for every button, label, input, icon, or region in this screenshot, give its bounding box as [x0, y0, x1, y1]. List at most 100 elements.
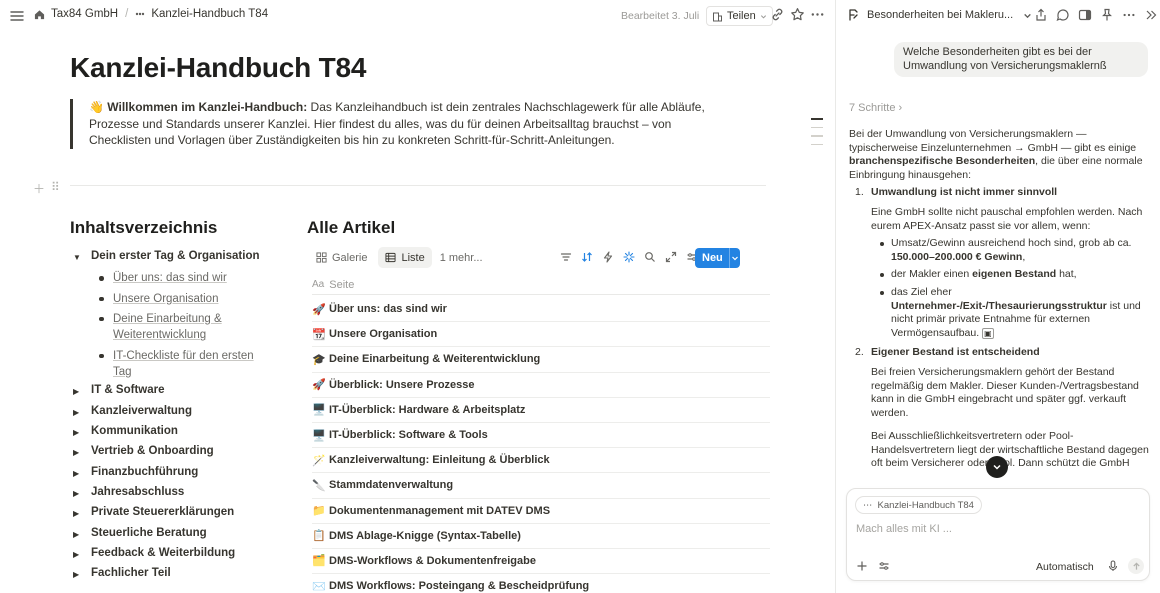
automation-icon[interactable]	[602, 251, 614, 263]
toggle-closed-icon[interactable]: ▶	[73, 506, 91, 518]
page-emoji-icon: 🚀	[312, 379, 326, 392]
collapse-panel-icon[interactable]	[1144, 8, 1158, 22]
share-button[interactable]: Teilen	[706, 6, 773, 26]
settings-icon[interactable]	[878, 560, 890, 572]
toggle-closed-icon[interactable]: ▶	[73, 384, 91, 396]
drag-handle-icon[interactable]: ⠿	[51, 180, 60, 197]
answer-intro-text: Bei der Umwandlung von Versicherungsmakl…	[849, 128, 1137, 154]
bullet-bold: Unternehmer-/Exit-/Thesaurierungsstruktu…	[891, 299, 1107, 312]
new-button[interactable]: Neu	[695, 248, 740, 268]
toggle-closed-icon[interactable]: ▶	[73, 425, 91, 437]
toggle-closed-icon[interactable]: ▶	[73, 547, 91, 559]
toc-item-open[interactable]: ▼ Dein erster Tag & Organisation	[73, 250, 263, 270]
toc-item[interactable]: ▶ Fachlicher Teil	[73, 567, 263, 587]
toc-item[interactable]: ▶ Finanzbuchführung	[73, 466, 263, 486]
toc-item-label: Feedback & Weiterbildung	[91, 546, 236, 559]
list-item[interactable]: ✉️ DMS Workflows: Posteingang & Bescheidp…	[312, 574, 770, 593]
toc-sub-link[interactable]: Deine Einarbeitung & Weiterentwicklung	[99, 311, 263, 344]
sort-icon[interactable]	[581, 251, 593, 263]
toc-item-label: Private Steuererklärungen	[91, 506, 235, 519]
context-chip[interactable]: ⋯ Kanzlei-Handbuch T84	[855, 496, 982, 514]
microphone-icon[interactable]	[1107, 560, 1119, 572]
toc-item[interactable]: ▶ Jahresabschluss	[73, 486, 263, 506]
more-views-button[interactable]: 1 mehr...	[440, 252, 483, 264]
breadcrumb-page[interactable]: Kanzlei-Handbuch T84	[151, 8, 268, 20]
comment-icon[interactable]	[1056, 8, 1070, 22]
block-handle[interactable]: ＋ ⠿	[33, 180, 60, 197]
search-icon[interactable]	[644, 251, 656, 263]
expand-icon[interactable]	[665, 251, 677, 263]
list-item[interactable]: 🪄 Kanzleiverwaltung: Einleitung & Überbli…	[312, 448, 770, 474]
list-item[interactable]: 🗂️ DMS-Workflows & Dokumentenfreigabe	[312, 549, 770, 575]
chat-title-dropdown[interactable]: Besonderheiten bei Makleru...	[867, 9, 1032, 21]
toc-sub-list: Über uns: das sind wir Unsere Organisati…	[99, 270, 263, 380]
ai-sparkle-icon[interactable]	[623, 251, 635, 263]
menu-icon[interactable]	[8, 7, 26, 25]
filter-icon[interactable]	[560, 251, 572, 263]
tab-list[interactable]: Liste	[378, 247, 432, 268]
ai-chat-pane: Besonderheiten bei Makleru... Welche Bes…	[836, 0, 1160, 593]
tab-gallery[interactable]: Galerie	[309, 247, 374, 268]
citation-icon[interactable]: ▣	[982, 327, 994, 339]
more-icon[interactable]	[810, 7, 825, 22]
add-icon[interactable]	[856, 560, 868, 572]
breadcrumb-workspace[interactable]: Tax84 GmbH	[51, 8, 118, 20]
more-icon[interactable]	[1122, 8, 1136, 22]
toggle-closed-icon[interactable]: ▶	[73, 445, 91, 457]
list-item[interactable]: 🎓 Deine Einarbeitung & Weiterentwicklung	[312, 347, 770, 373]
intro-callout[interactable]: 👋 Willkommen im Kanzlei-Handbuch: Das Ka…	[70, 99, 730, 149]
list-item[interactable]: 🖥️ IT-Überblick: Hardware & Arbeitsplatz	[312, 398, 770, 423]
toc-item-label: Finanzbuchführung	[91, 465, 199, 478]
gallery-icon	[316, 252, 327, 263]
toc-item[interactable]: ▶ Private Steuererklärungen	[73, 506, 263, 526]
toc-item[interactable]: ▶ Steuerliche Beratung	[73, 527, 263, 547]
list-item[interactable]: 🚀 Über uns: das sind wir	[312, 297, 770, 323]
add-block-icon[interactable]: ＋	[33, 180, 45, 197]
toggle-closed-icon[interactable]: ▶	[73, 466, 91, 478]
send-button[interactable]	[1128, 558, 1144, 574]
toc-item[interactable]: ▶ Feedback & Weiterbildung	[73, 547, 263, 567]
link-icon[interactable]	[770, 7, 785, 22]
sidebar-icon[interactable]	[1078, 8, 1092, 22]
toggle-closed-icon[interactable]: ▶	[73, 486, 91, 498]
page-emoji-icon: 🎓	[312, 353, 326, 366]
toc-sub-link[interactable]: Über uns: das sind wir	[99, 270, 263, 287]
scroll-down-button[interactable]	[986, 456, 1008, 478]
toggle-closed-icon[interactable]: ▶	[73, 527, 91, 539]
toc-item[interactable]: ▶ IT & Software	[73, 384, 263, 404]
list-item[interactable]: 📋 DMS Ablage-Knigge (Syntax-Tabelle)	[312, 524, 770, 549]
bullet-text: der Makler einen	[891, 268, 973, 281]
bullet-text: das Ziel eher	[891, 285, 952, 298]
list-item[interactable]: 📆 Unsere Organisation	[312, 322, 770, 348]
answer-intro-bold: branchenspezifische Besonderheiten	[849, 155, 1036, 168]
bullet-text: Umsatz/Gewinn ausreichend hoch sind, gro…	[891, 237, 1132, 250]
page-emoji-icon: 🗂️	[312, 555, 326, 568]
toc-sub-link[interactable]: IT-Checkliste für den ersten Tag	[99, 348, 263, 381]
share-icon[interactable]	[1034, 8, 1048, 22]
list-item[interactable]: 🔪 Stammdatenverwaltung	[312, 473, 770, 499]
outline-indicator[interactable]	[811, 118, 823, 152]
steps-toggle[interactable]: 7 Schritte ›	[849, 102, 902, 114]
toggle-open-icon[interactable]: ▼	[73, 250, 91, 262]
toc-item-label: IT & Software	[91, 384, 165, 397]
toc-item-label: Dein erster Tag & Organisation	[91, 250, 260, 262]
page-title[interactable]: Kanzlei-Handbuch T84	[70, 52, 366, 84]
list-item-title: IT-Überblick: Hardware & Arbeitsplatz	[329, 403, 526, 416]
arrow-up-icon	[1132, 561, 1140, 570]
toc-item[interactable]: ▶ Vertrieb & Onboarding	[73, 445, 263, 465]
column-header[interactable]: Aa Seite	[312, 275, 770, 295]
list-item[interactable]: 🚀 Überblick: Unsere Prozesse	[312, 373, 770, 398]
mode-selector[interactable]: Automatisch	[1036, 561, 1094, 573]
toc-sub-link[interactable]: Unsere Organisation	[99, 291, 263, 308]
pin-icon[interactable]	[1100, 8, 1114, 22]
list-item[interactable]: 📁 Dokumentenmanagement mit DATEV DMS	[312, 499, 770, 524]
list-item[interactable]: 🖥️ IT-Überblick: Software & Tools	[312, 423, 770, 449]
toggle-closed-icon[interactable]: ▶	[73, 567, 91, 579]
toc-item[interactable]: ▶ Kommunikation	[73, 425, 263, 445]
star-icon[interactable]	[790, 7, 805, 22]
ai-prompt-input[interactable]	[856, 523, 1136, 535]
toggle-closed-icon[interactable]: ▶	[73, 405, 91, 417]
toc-item[interactable]: ▶ Kanzleiverwaltung	[73, 405, 263, 425]
point-title: Umwandlung ist nicht immer sinnvoll	[871, 186, 1058, 199]
chevron-down-icon[interactable]	[728, 248, 740, 268]
